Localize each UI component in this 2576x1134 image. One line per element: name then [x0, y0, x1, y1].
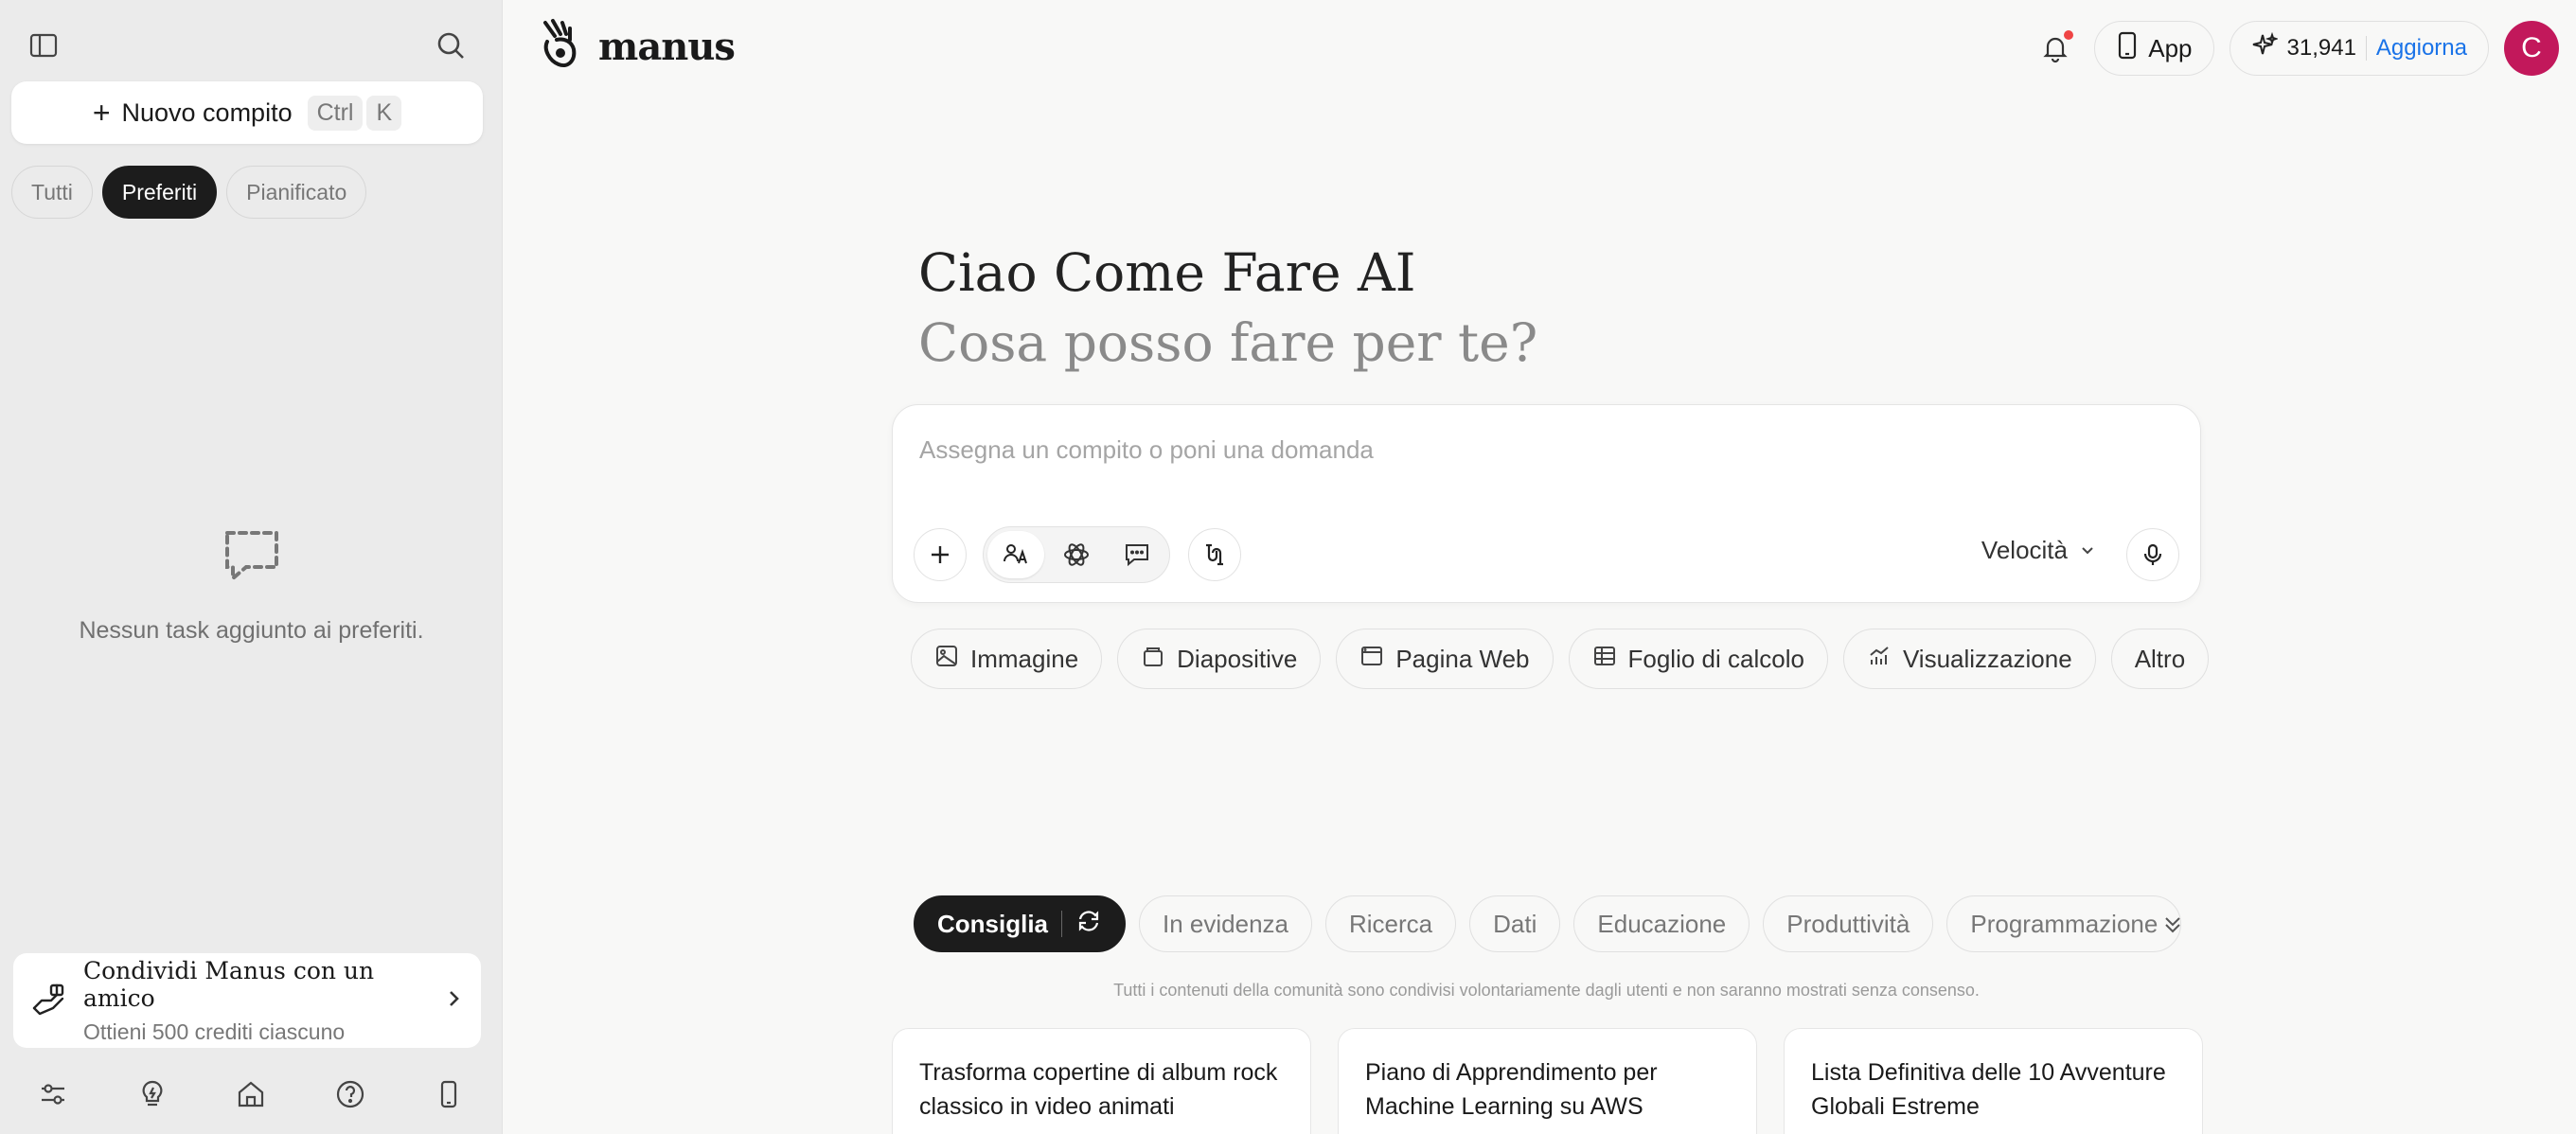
- mode-selector: [983, 526, 1170, 583]
- chip-webpage[interactable]: Pagina Web: [1336, 629, 1554, 689]
- search-icon[interactable]: [426, 21, 475, 70]
- tab-divider: [1061, 911, 1063, 937]
- community-card[interactable]: Piano di Apprendimento per Machine Learn…: [1338, 1028, 1757, 1134]
- chip-visualization[interactable]: Visualizzazione: [1842, 629, 2096, 689]
- new-task-button[interactable]: + Nuovo compito Ctrl K: [11, 81, 483, 144]
- filter-tab-all[interactable]: Tutti: [11, 166, 93, 219]
- filter-tab-favorites[interactable]: Preferiti: [101, 166, 218, 219]
- credits-count: 31,941: [2286, 35, 2356, 61]
- agent-mode-icon[interactable]: [987, 531, 1044, 578]
- tab-programming[interactable]: Programmazione: [1946, 895, 2182, 952]
- community-disclaimer: Tutti i contenuti della comunità sono co…: [1113, 981, 1980, 1000]
- plus-icon: +: [92, 96, 111, 130]
- share-subtitle: Ottieni 500 crediti ciascuno: [83, 1019, 346, 1044]
- task-input[interactable]: [919, 435, 2150, 465]
- filter-tab-scheduled[interactable]: Pianificato: [226, 166, 367, 219]
- upgrade-link[interactable]: Aggiorna: [2376, 35, 2467, 62]
- community-card[interactable]: Lista Definitiva delle 10 Avventure Glob…: [1784, 1028, 2203, 1134]
- tab-featured[interactable]: In evidenza: [1139, 895, 1312, 952]
- empty-chat-icon: [222, 525, 282, 591]
- shortcut-hint: Ctrl K: [307, 95, 402, 131]
- chip-image-label: Immagine: [970, 644, 1079, 673]
- atom-mode-icon[interactable]: [1048, 531, 1105, 578]
- table-icon: [1592, 644, 1617, 675]
- chip-image[interactable]: Immagine: [911, 629, 1103, 689]
- mobile-icon: [2116, 31, 2139, 66]
- sidebar-bottom-toolbar: [28, 1070, 473, 1119]
- add-attachment-button[interactable]: [914, 528, 967, 581]
- manus-hand-icon: [538, 17, 585, 77]
- brand-wordmark: manus: [598, 25, 736, 69]
- greeting-subtitle: Cosa posso fare per te?: [918, 312, 1538, 373]
- header-actions: App 31,941 Aggiorna C: [2032, 21, 2559, 76]
- empty-message: Nessun task aggiunto ai preferiti.: [79, 617, 424, 644]
- image-icon: [934, 644, 959, 675]
- community-cards: Trasforma copertine di album rock classi…: [892, 1028, 2203, 1134]
- browser-icon: [1359, 644, 1384, 675]
- chip-slides-label: Diapositive: [1177, 644, 1298, 673]
- mobile-icon[interactable]: [424, 1070, 473, 1119]
- notification-dot: [2064, 30, 2074, 40]
- new-task-label: Nuovo compito: [121, 97, 293, 127]
- double-chevron-down-icon[interactable]: [2149, 901, 2196, 948]
- chip-more-label: Altro: [2134, 644, 2186, 673]
- shortcut-key-k: K: [366, 95, 402, 131]
- help-icon[interactable]: [326, 1070, 375, 1119]
- user-avatar[interactable]: C: [2504, 21, 2559, 76]
- microphone-icon[interactable]: [2126, 528, 2179, 581]
- chip-webpage-label: Pagina Web: [1395, 644, 1530, 673]
- tab-recommended[interactable]: Consiglia: [914, 895, 1127, 952]
- favorites-filter-tabs: Tutti Preferiti Pianificato: [11, 166, 367, 219]
- chevron-down-icon: [2079, 536, 2096, 565]
- speed-dropdown[interactable]: Velocità: [1981, 536, 2096, 565]
- empty-favorites-state: Nessun task aggiunto ai preferiti.: [0, 525, 503, 645]
- slides-icon: [1141, 644, 1165, 675]
- toggle-sidebar-icon[interactable]: [19, 21, 68, 70]
- quick-actions: Immagine Diapositive Pagina Web Foglio d…: [911, 629, 2210, 689]
- greeting-title: Ciao Come Fare AI: [918, 242, 1416, 303]
- refresh-icon[interactable]: [1075, 908, 1102, 941]
- chevron-right-icon: [443, 988, 464, 1014]
- chip-slides[interactable]: Diapositive: [1117, 629, 1322, 689]
- chart-icon: [1867, 644, 1892, 675]
- tab-data[interactable]: Dati: [1469, 895, 1561, 952]
- community-card[interactable]: Trasforma copertine di album rock classi…: [892, 1028, 1311, 1134]
- home-icon[interactable]: [226, 1070, 275, 1119]
- speed-label: Velocità: [1981, 536, 2068, 564]
- community-category-tabs: Consiglia In evidenza Ricerca Dati Educa…: [914, 895, 2182, 952]
- lightbulb-icon[interactable]: [128, 1070, 177, 1119]
- chip-visualization-label: Visualizzazione: [1902, 644, 2072, 673]
- tab-recommended-label: Consiglia: [937, 909, 1049, 938]
- share-title: Condividi Manus con un amico: [83, 956, 375, 1012]
- chat-mode-icon[interactable]: [1109, 531, 1165, 578]
- integrations-button[interactable]: [1188, 528, 1241, 581]
- hand-gift-icon: [30, 980, 68, 1022]
- chip-spreadsheet[interactable]: Foglio di calcolo: [1568, 629, 1828, 689]
- settings-sliders-icon[interactable]: [28, 1070, 78, 1119]
- app-button[interactable]: App: [2094, 21, 2214, 76]
- tab-productivity[interactable]: Produttività: [1763, 895, 1934, 952]
- credits-button[interactable]: 31,941 Aggiorna: [2229, 21, 2489, 76]
- sparkle-icon: [2251, 31, 2279, 65]
- task-composer: Velocità: [892, 404, 2201, 603]
- notification-bell-icon[interactable]: [2032, 25, 2079, 72]
- tab-education[interactable]: Educazione: [1573, 895, 1750, 952]
- sidebar: + Nuovo compito Ctrl K Tutti Preferiti P…: [0, 0, 503, 1134]
- app-label: App: [2148, 33, 2193, 62]
- credits-divider: [2365, 36, 2367, 61]
- share-manus-card[interactable]: Condividi Manus con un amico Ottieni 500…: [13, 953, 481, 1048]
- tab-research[interactable]: Ricerca: [1325, 895, 1457, 952]
- manus-logo[interactable]: manus: [538, 17, 736, 77]
- chip-more[interactable]: Altro: [2110, 629, 2210, 689]
- chip-spreadsheet-label: Foglio di calcolo: [1627, 644, 1804, 673]
- shortcut-key-ctrl: Ctrl: [307, 95, 364, 131]
